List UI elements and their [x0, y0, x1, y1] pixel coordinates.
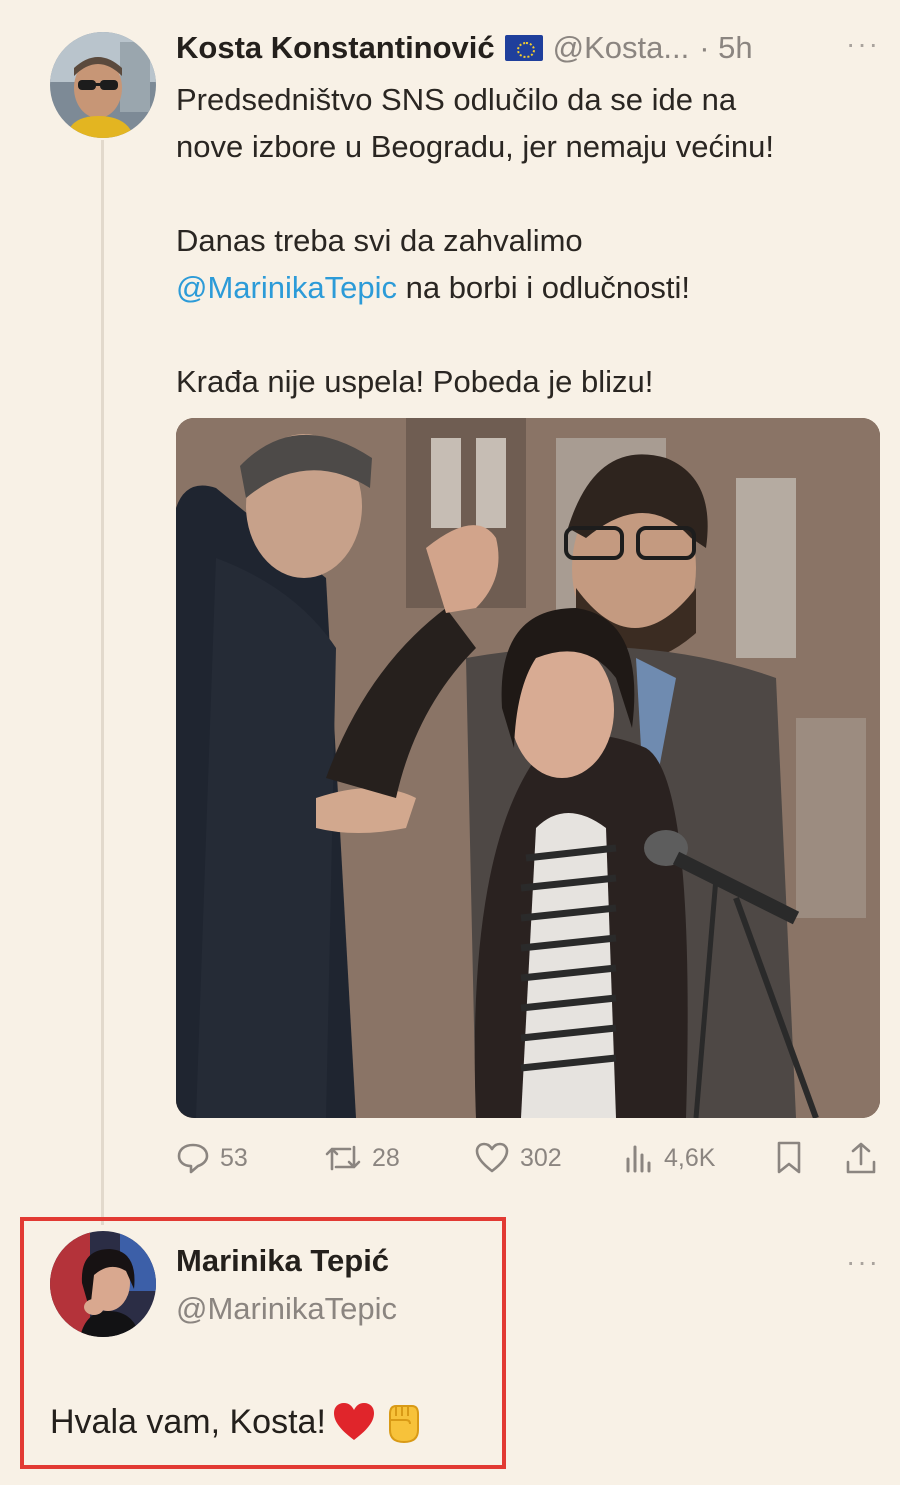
raised-fist-icon: [388, 1405, 419, 1444]
tweet-timestamp[interactable]: · 5h: [699, 30, 752, 66]
reply-author-handle[interactable]: @MarinikaTepic: [176, 1291, 397, 1327]
author-avatar[interactable]: [50, 32, 156, 138]
tweet-text-fragment: na borbi i odlučnosti!: [396, 270, 690, 305]
tweet-text-line: nove izbore u Beogradu, jer nemaju većin…: [176, 129, 774, 164]
retweet-icon: [325, 1145, 361, 1171]
tweet-body: Predsedništvo SNS odlučilo da se ide na …: [176, 76, 876, 405]
thread-connector-line: [101, 140, 104, 1225]
tweet-text-line: Danas treba svi da zahvalimo: [176, 223, 583, 258]
analytics-icon: [626, 1145, 651, 1173]
red-heart-icon: [333, 1403, 374, 1440]
like-button[interactable]: 302: [474, 1138, 562, 1178]
bookmark-icon: [777, 1141, 801, 1174]
tweet-text-line: Predsedništvo SNS odlučilo da se ide na: [176, 82, 737, 117]
eu-flag-icon: [504, 35, 543, 61]
tweet-header: Kosta Konstantinović @Kosta... · 5h: [176, 28, 753, 68]
author-handle[interactable]: @Kosta...: [553, 30, 690, 66]
author-name[interactable]: Kosta Konstantinović: [176, 30, 495, 66]
more-options-icon[interactable]: ···: [846, 1246, 880, 1278]
reply-author-avatar[interactable]: [50, 1231, 156, 1337]
reply-button[interactable]: 53: [176, 1138, 248, 1178]
bookmark-button[interactable]: [774, 1138, 804, 1178]
share-icon: [846, 1142, 876, 1174]
mention-link[interactable]: @MarinikaTepic: [176, 270, 397, 305]
tweet-text-line: @MarinikaTepic na borbi i odlučnosti!: [176, 264, 876, 311]
share-button[interactable]: [844, 1138, 878, 1178]
more-options-icon[interactable]: ···: [846, 28, 880, 60]
tweet-text-line: Krađa nije uspela! Pobeda je blizu!: [176, 364, 654, 399]
reply-count: 53: [220, 1143, 248, 1172]
views-count: 4,6K: [664, 1143, 716, 1172]
reply-body: Hvala vam, Kosta!: [50, 1400, 422, 1444]
reply-text: Hvala vam, Kosta!: [50, 1402, 326, 1441]
like-count: 302: [520, 1143, 562, 1172]
reply-icon: [177, 1143, 209, 1174]
tweet-actions-bar: 53 28 302 4,6K: [176, 1138, 880, 1178]
retweet-count: 28: [372, 1143, 400, 1172]
retweet-button[interactable]: 28: [324, 1138, 400, 1178]
views-button[interactable]: 4,6K: [624, 1138, 715, 1178]
reply-author-name[interactable]: Marinika Tepić: [176, 1243, 389, 1279]
tweet-photo[interactable]: [176, 418, 880, 1118]
heart-icon: [475, 1142, 509, 1173]
